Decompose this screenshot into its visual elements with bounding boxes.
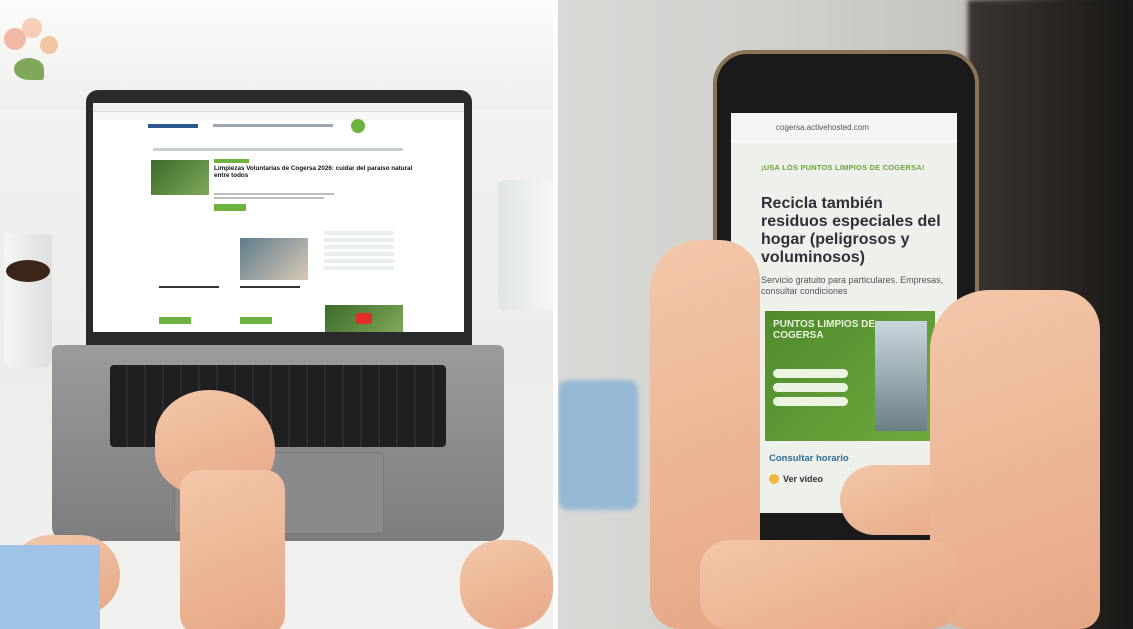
phone-headline: Recicla también residuos especiales del …	[761, 195, 941, 266]
consultar-horario-link[interactable]: Consultar horario	[769, 453, 849, 464]
play-icon[interactable]	[356, 313, 372, 324]
water-glass	[498, 180, 553, 310]
news-card-title-1[interactable]	[159, 286, 219, 288]
banner-title: PUNTOS LIMPIOS DE COGERSA	[773, 319, 876, 341]
news-card-button-2[interactable]	[240, 317, 272, 324]
child-arm	[180, 470, 285, 629]
hero-title[interactable]: Limpiezas Voluntarias de Cogersa 2026: c…	[214, 165, 414, 179]
browser-address-bar	[93, 103, 464, 112]
sidebar-links[interactable]	[324, 231, 394, 271]
site-nav-secondary[interactable]	[153, 148, 403, 151]
video-icon[interactable]	[769, 474, 779, 484]
phone-address-bar[interactable]: cogersa.activehosted.com	[731, 113, 957, 143]
right-hand	[460, 540, 553, 629]
puntos-limpios-banner[interactable]: PUNTOS LIMPIOS DE COGERSA	[765, 311, 935, 441]
laptop-photo: Limpiezas Voluntarias de Cogersa 2026: c…	[0, 0, 553, 629]
coffee	[6, 260, 50, 282]
banner-pill-1	[773, 369, 848, 378]
news-card-title-2[interactable]	[240, 286, 300, 288]
hero-read-more-button[interactable]	[214, 204, 246, 211]
banner-pill-2	[773, 383, 848, 392]
laptop-screen: Limpiezas Voluntarias de Cogersa 2026: c…	[93, 103, 464, 332]
news-card-image-2[interactable]	[240, 238, 308, 280]
hero-image[interactable]	[151, 160, 209, 195]
banner-pill-3	[773, 397, 848, 406]
cogersa-logo	[351, 119, 365, 133]
site-nav-link[interactable]	[148, 124, 198, 128]
flower-bouquet	[0, 10, 70, 100]
browser-bookmarks-bar	[93, 112, 464, 120]
banner-photo	[875, 321, 927, 431]
news-card-image-1[interactable]	[159, 238, 227, 280]
news-card-button-1[interactable]	[159, 317, 191, 324]
hero-excerpt	[214, 193, 334, 195]
hero-excerpt-2	[214, 197, 324, 199]
phone-subhead: Servicio gratuito para particulares. Emp…	[761, 275, 944, 296]
phone-screen: cogersa.activehosted.com ¡USA LOS PUNTOS…	[731, 113, 957, 513]
tag-badge[interactable]	[214, 159, 249, 163]
coffee-cup	[4, 234, 52, 368]
blurred-background-blue	[558, 380, 638, 510]
sleeve	[0, 545, 100, 629]
phone-kicker: ¡USA LOS PUNTOS LIMPIOS DE COGERSA!	[761, 163, 925, 172]
ver-video-link[interactable]: Ver vídeo	[783, 474, 823, 484]
hand-bottom	[700, 540, 960, 629]
phone-url[interactable]: cogersa.activehosted.com	[776, 123, 869, 132]
site-nav-menu[interactable]	[213, 124, 333, 127]
